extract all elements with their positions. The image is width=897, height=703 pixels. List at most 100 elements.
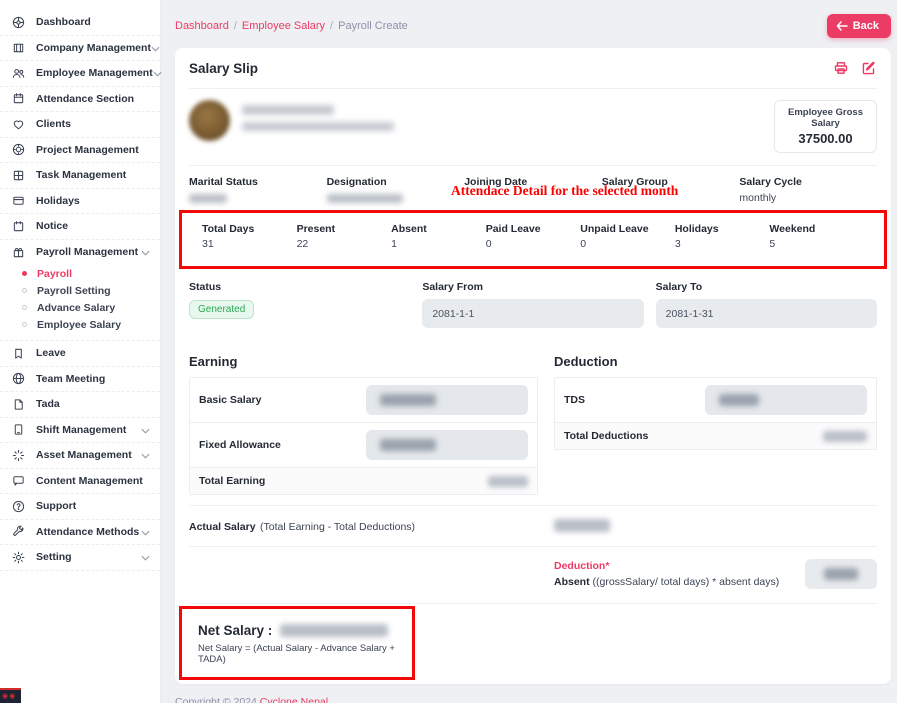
- tablet-icon: [12, 422, 27, 437]
- sidebar-item-employee-management[interactable]: Employee Management: [0, 61, 160, 87]
- sidebar-item-leave[interactable]: Leave: [0, 341, 160, 367]
- sidebar-subitem-payroll-setting[interactable]: Payroll Setting: [0, 282, 160, 299]
- attendance-icon: [12, 91, 27, 106]
- sidebar-item-support[interactable]: Support: [0, 494, 160, 520]
- sidebar-subitem-payroll[interactable]: Payroll: [0, 265, 160, 282]
- att-weekend: Weekend 5: [769, 223, 864, 250]
- earning-title: Earning: [189, 354, 538, 369]
- chevron-down-icon: [141, 243, 150, 261]
- sidebar-item-notice[interactable]: Notice: [0, 214, 160, 240]
- chat-icon: [12, 473, 27, 488]
- tds-row: TDS: [555, 378, 876, 423]
- corner-widget-logo[interactable]: ◉◉: [0, 688, 21, 703]
- task-grid-icon: [12, 168, 27, 183]
- status-badge: Generated: [189, 300, 254, 319]
- fixed-allowance-row: Fixed Allowance: [190, 423, 537, 468]
- basic-salary-input[interactable]: [366, 385, 528, 415]
- globe-icon: [12, 371, 27, 386]
- sidebar-item-shift-management[interactable]: Shift Management: [0, 418, 160, 444]
- sidebar-item-dashboard[interactable]: Dashboard: [0, 10, 160, 36]
- document-icon: [12, 397, 27, 412]
- chevron-down-icon: [141, 446, 150, 464]
- wrench-icon: [12, 524, 27, 539]
- employee-name-redacted: [242, 105, 394, 131]
- sidebar-item-label: Clients: [36, 118, 150, 130]
- sidebar-item-asset-management[interactable]: Asset Management: [0, 443, 160, 469]
- footer-brand-link[interactable]: Cyclone Nepal.: [260, 696, 331, 703]
- absent-deduction-row: Deduction* Absent ((grossSalary/ total d…: [189, 547, 877, 603]
- sidebar-item-label: Content Management: [36, 475, 150, 487]
- att-present: Present 22: [297, 223, 392, 250]
- bookmark-icon: [12, 346, 27, 361]
- chevron-down-icon: [141, 523, 150, 541]
- gross-salary-value: 37500.00: [779, 131, 872, 146]
- sidebar-item-setting[interactable]: Setting: [0, 545, 160, 571]
- sidebar-item-tada[interactable]: Tada: [0, 392, 160, 418]
- basic-salary-row: Basic Salary: [190, 378, 537, 423]
- absent-deduction-input[interactable]: [805, 559, 877, 589]
- sidebar-item-label: Attendance Section: [36, 93, 150, 105]
- print-icon[interactable]: [833, 60, 849, 76]
- gear-icon: [12, 550, 27, 565]
- deduction-section: Deduction TDS Total Deductions: [554, 348, 877, 495]
- fixed-allowance-input[interactable]: [366, 430, 528, 460]
- sidebar-item-label: Tada: [36, 398, 150, 410]
- tds-input[interactable]: [705, 385, 867, 415]
- salary-from-input[interactable]: 2081-1-1: [422, 299, 643, 328]
- sidebar-item-label: Notice: [36, 220, 150, 232]
- att-paid-leave: Paid Leave 0: [486, 223, 581, 250]
- sidebar-subitem-advance-salary[interactable]: Advance Salary: [0, 299, 160, 316]
- sidebar-item-label: Asset Management: [36, 449, 141, 461]
- net-salary-label: Net Salary :: [198, 623, 272, 638]
- breadcrumb-current: Payroll Create: [338, 20, 408, 32]
- footer: Copyright © 2024 Cyclone Nepal.: [175, 684, 891, 703]
- sidebar-item-payroll-management[interactable]: Payroll Management: [0, 240, 160, 266]
- gross-salary-box: Employee Gross Salary 37500.00: [774, 100, 877, 153]
- edit-icon[interactable]: [861, 60, 877, 76]
- arrow-left-icon: [836, 21, 848, 31]
- wallet-icon: [12, 193, 27, 208]
- total-deductions-row: Total Deductions: [555, 423, 876, 449]
- heart-icon: [12, 117, 27, 132]
- back-button[interactable]: Back: [827, 14, 891, 38]
- sidebar-item-clients[interactable]: Clients: [0, 112, 160, 138]
- bullet-icon: [22, 322, 27, 327]
- attendance-detail-box: Total Days 31 Present 22 Absent 1 Paid L…: [179, 210, 887, 269]
- sidebar-group-payroll: Payroll Management Payroll Payroll Setti…: [0, 240, 160, 342]
- breadcrumb-dashboard[interactable]: Dashboard: [175, 20, 229, 32]
- sidebar-item-label: Project Management: [36, 144, 150, 156]
- sidebar-item-task-management[interactable]: Task Management: [0, 163, 160, 189]
- sidebar-item-label: Employee Management: [36, 67, 153, 79]
- chevron-down-icon: [153, 64, 162, 82]
- sidebar-item-label: Leave: [36, 347, 150, 359]
- sidebar-item-label: Dashboard: [36, 16, 150, 28]
- bullet-icon: [22, 271, 27, 276]
- sidebar-item-team-meeting[interactable]: Team Meeting: [0, 367, 160, 393]
- salary-to-input[interactable]: 2081-1-31: [656, 299, 877, 328]
- notice-calendar-icon: [12, 219, 27, 234]
- avatar: [189, 100, 230, 141]
- question-circle-icon: [12, 499, 27, 514]
- employee-summary: Employee Gross Salary 37500.00: [189, 89, 877, 166]
- main-content: Dashboard / Employee Salary / Payroll Cr…: [161, 0, 897, 703]
- breadcrumb-employee-salary[interactable]: Employee Salary: [242, 20, 325, 32]
- bullet-icon: [22, 288, 27, 293]
- total-earning-row: Total Earning: [190, 468, 537, 494]
- sidebar-item-attendance-methods[interactable]: Attendance Methods: [0, 520, 160, 546]
- chevron-down-icon: [151, 39, 160, 57]
- field-salary-cycle: Salary Cycle monthly: [739, 176, 877, 204]
- sidebar-item-attendance-section[interactable]: Attendance Section: [0, 87, 160, 113]
- sidebar-item-holidays[interactable]: Holidays: [0, 189, 160, 215]
- sidebar-item-label: Payroll Management: [36, 246, 141, 258]
- sidebar-item-company-management[interactable]: Company Management: [0, 36, 160, 62]
- company-icon: [12, 40, 27, 55]
- earning-section: Earning Basic Salary Fixed Allowance Tot…: [189, 348, 538, 495]
- sidebar-item-label: Support: [36, 500, 150, 512]
- att-total-days: Total Days 31: [202, 223, 297, 250]
- sidebar-item-content-management[interactable]: Content Management: [0, 469, 160, 495]
- salary-to-field: Salary To 2081-1-31: [656, 281, 877, 328]
- sidebar-item-label: Team Meeting: [36, 373, 150, 385]
- sidebar-item-project-management[interactable]: Project Management: [0, 138, 160, 164]
- salary-slip-card: Salary Slip Employee Gross Salary 37500.…: [175, 48, 891, 684]
- sidebar-subitem-employee-salary[interactable]: Employee Salary: [0, 316, 160, 333]
